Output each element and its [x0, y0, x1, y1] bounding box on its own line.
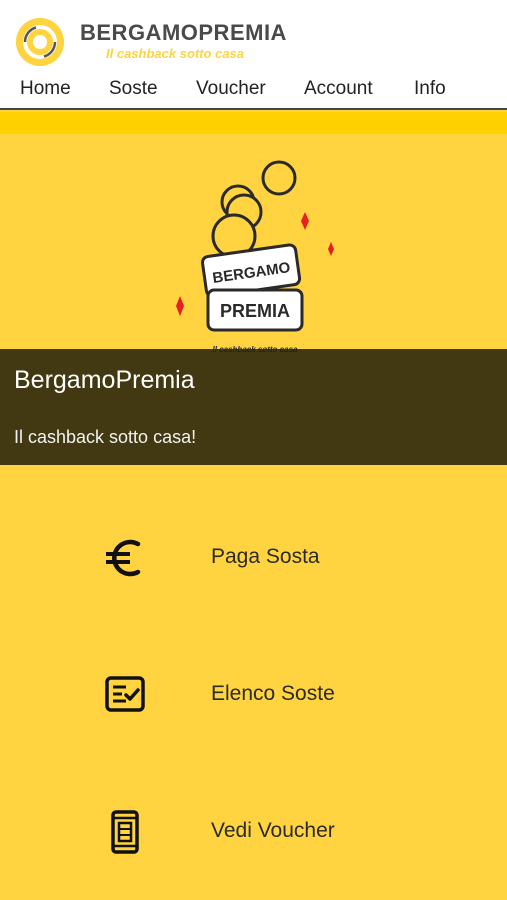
menu-elenco-soste[interactable]: Elenco Soste	[0, 650, 507, 740]
logo-text-bottom: PREMIA	[220, 301, 290, 321]
checklist-icon	[102, 672, 148, 718]
nav-account[interactable]: Account	[304, 78, 373, 100]
main-nav: Home Soste Voucher Account Info	[0, 78, 507, 104]
accent-stripe	[0, 112, 507, 134]
hero-logo: BERGAMO PREMIA Il cashback sotto casa	[160, 150, 350, 360]
menu-label: Elenco Soste	[211, 682, 335, 705]
menu-label: Vedi Voucher	[211, 819, 335, 842]
menu-label: Paga Sosta	[211, 545, 320, 568]
banner-subtitle: Il cashback sotto casa!	[14, 427, 197, 447]
phone-voucher-icon	[102, 809, 148, 855]
menu-vedi-voucher[interactable]: Vedi Voucher	[0, 787, 507, 877]
nav-home[interactable]: Home	[20, 78, 71, 100]
nav-soste[interactable]: Soste	[109, 78, 158, 100]
banner-title: BergamoPremia	[14, 366, 195, 394]
app-logo-icon[interactable]	[16, 18, 64, 66]
menu-paga-sosta[interactable]: Paga Sosta	[0, 513, 507, 603]
brand-title: BERGAMOPREMIA	[80, 20, 287, 45]
nav-voucher[interactable]: Voucher	[196, 78, 266, 100]
euro-icon	[102, 535, 148, 581]
brand-tagline: Il cashback sotto casa	[106, 46, 245, 61]
top-bar: BERGAMOPREMIA Il cashback sotto casa Hom…	[0, 0, 507, 110]
hero-banner: BergamoPremia Il cashback sotto casa!	[0, 349, 507, 465]
nav-info[interactable]: Info	[414, 78, 446, 100]
